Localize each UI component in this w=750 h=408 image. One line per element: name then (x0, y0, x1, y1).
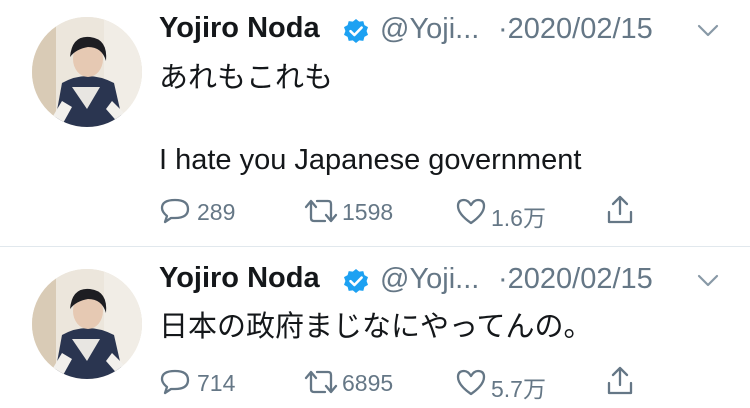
tweet-date[interactable]: ·2020/02/15 (498, 263, 653, 296)
tweet-1[interactable]: Yojiro Noda @Yoji... ·2020/02/15 あれもこれも … (0, 0, 750, 246)
avatar[interactable] (32, 269, 142, 379)
tweet-2[interactable]: Yojiro Noda @Yoji... ·2020/02/15 日本の政府まじ… (0, 247, 750, 408)
author-name[interactable]: Yojiro Noda (159, 262, 320, 295)
avatar-image (32, 269, 142, 379)
retweet-count: 1598 (342, 199, 394, 225)
tweet-date[interactable]: ·2020/02/15 (498, 13, 653, 46)
chevron-down-icon[interactable] (695, 270, 721, 290)
share-icon (607, 195, 633, 224)
reply-icon (160, 369, 190, 395)
like-icon (456, 198, 486, 225)
tweet-text-line: 日本の政府まじなにやってんの。 (159, 311, 593, 343)
tweet-text-line: I hate you Japanese government (159, 144, 582, 176)
avatar[interactable] (32, 17, 142, 127)
author-handle[interactable]: @Yoji... (380, 13, 479, 46)
retweet-count: 6895 (342, 370, 394, 396)
retweet-icon (304, 370, 338, 394)
reply-count: 714 (197, 370, 236, 396)
author-handle[interactable]: @Yoji... (380, 263, 479, 296)
avatar-image (32, 17, 142, 127)
retweet-icon (304, 199, 338, 223)
tweet-text-line: あれもこれも (159, 62, 334, 94)
verified-badge-icon (342, 268, 370, 295)
author-name[interactable]: Yojiro Noda (159, 12, 320, 45)
reply-count: 289 (197, 199, 236, 225)
share-icon (607, 366, 633, 395)
verified-badge-icon (342, 18, 370, 45)
like-count: 1.6万 (491, 205, 546, 231)
like-count: 5.7万 (491, 376, 546, 402)
chevron-down-icon[interactable] (695, 20, 721, 40)
reply-icon (160, 198, 190, 224)
like-icon (456, 369, 486, 396)
